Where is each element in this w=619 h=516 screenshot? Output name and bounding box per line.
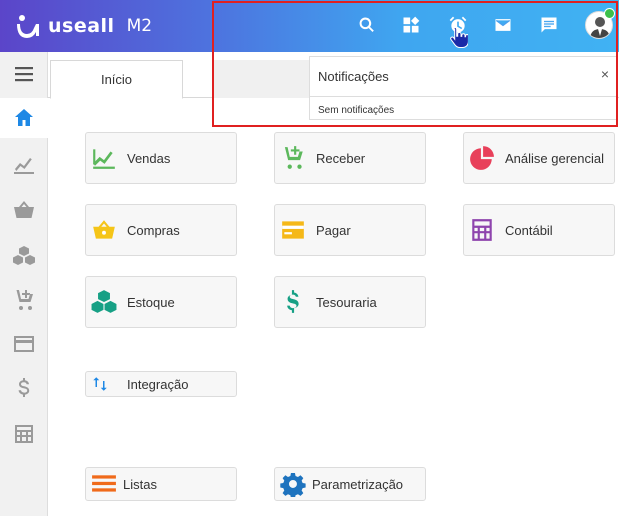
tab-blank (213, 60, 309, 98)
module-label: Parametrização (312, 476, 404, 492)
module-label: Pagar (316, 222, 351, 238)
notifications-empty-text: Sem notificações (318, 105, 395, 116)
credit-card-icon (280, 217, 306, 243)
module-label: Tesouraria (316, 294, 377, 310)
dollar-icon (280, 289, 306, 315)
basket-icon (14, 201, 34, 218)
module-tesouraria[interactable]: Tesouraria (274, 276, 426, 328)
sidebar-item-home[interactable] (0, 98, 48, 138)
cart-plus-icon (280, 145, 306, 171)
search-icon[interactable] (356, 14, 378, 36)
close-icon[interactable]: × (598, 67, 612, 81)
calculator-icon (15, 425, 33, 443)
module-label: Integração (127, 376, 189, 392)
online-status-dot (604, 8, 615, 19)
mail-icon[interactable] (492, 14, 514, 36)
card-icon (14, 336, 34, 352)
module-label: Compras (127, 222, 180, 238)
sales-chart-icon (91, 145, 117, 171)
module-label: Listas (123, 476, 157, 492)
module-label: Estoque (127, 294, 175, 310)
list-icon (91, 471, 117, 497)
module-label: Vendas (127, 150, 171, 166)
sidebar-item-card[interactable] (0, 324, 48, 364)
sidebar-item-trend[interactable] (0, 144, 48, 184)
module-label: Análise gerencial (505, 150, 605, 166)
gear-icon (280, 471, 306, 497)
hand-cursor-icon (450, 26, 468, 48)
chat-icon[interactable] (538, 14, 560, 36)
module-estoque[interactable]: Estoque (85, 276, 237, 328)
sidebar-item-calculator[interactable] (0, 414, 48, 454)
dollar-icon (18, 378, 30, 397)
module-integracao[interactable]: Integração (85, 371, 237, 397)
cart-add-icon (13, 290, 33, 310)
cubes-icon (91, 289, 117, 315)
logo-version: M2 (126, 16, 153, 36)
pie-chart-icon (469, 145, 495, 171)
home-icon (15, 109, 33, 126)
sidebar-item-dollar[interactable] (0, 368, 48, 408)
sidebar-item-cart[interactable] (0, 280, 48, 320)
module-compras[interactable]: Compras (85, 204, 237, 256)
menu-icon[interactable] (0, 54, 48, 94)
notifications-title: Notificações (318, 69, 389, 84)
logo-text: useall (48, 15, 115, 37)
app-logo[interactable]: useall M2 (14, 12, 152, 40)
module-parametrizacao[interactable]: Parametrização (274, 467, 426, 501)
sidebar-item-stock[interactable] (0, 236, 48, 276)
module-pagar[interactable]: Pagar (274, 204, 426, 256)
tab-inicio[interactable]: Início (50, 60, 183, 99)
module-label: Receber (316, 150, 366, 166)
calculator-icon (469, 217, 495, 243)
module-listas[interactable]: Listas (85, 467, 237, 501)
module-label: Contábil (505, 222, 553, 238)
notifications-panel: Notificações × Sem notificações (309, 56, 618, 120)
apps-icon[interactable] (400, 14, 422, 36)
basket-icon (91, 217, 117, 243)
sidebar-item-basket[interactable] (0, 190, 48, 230)
module-vendas[interactable]: Vendas (85, 132, 237, 184)
sidebar (0, 52, 48, 516)
top-bar: useall M2 (0, 0, 619, 52)
cubes-icon (13, 246, 35, 265)
divider (310, 96, 618, 97)
sync-arrows-icon (91, 375, 109, 393)
logo-icon (17, 15, 39, 38)
module-analise-gerencial[interactable]: Análise gerencial (463, 132, 615, 184)
module-contabil[interactable]: Contábil (463, 204, 615, 256)
trend-icon (14, 158, 34, 174)
module-receber[interactable]: Receber (274, 132, 426, 184)
